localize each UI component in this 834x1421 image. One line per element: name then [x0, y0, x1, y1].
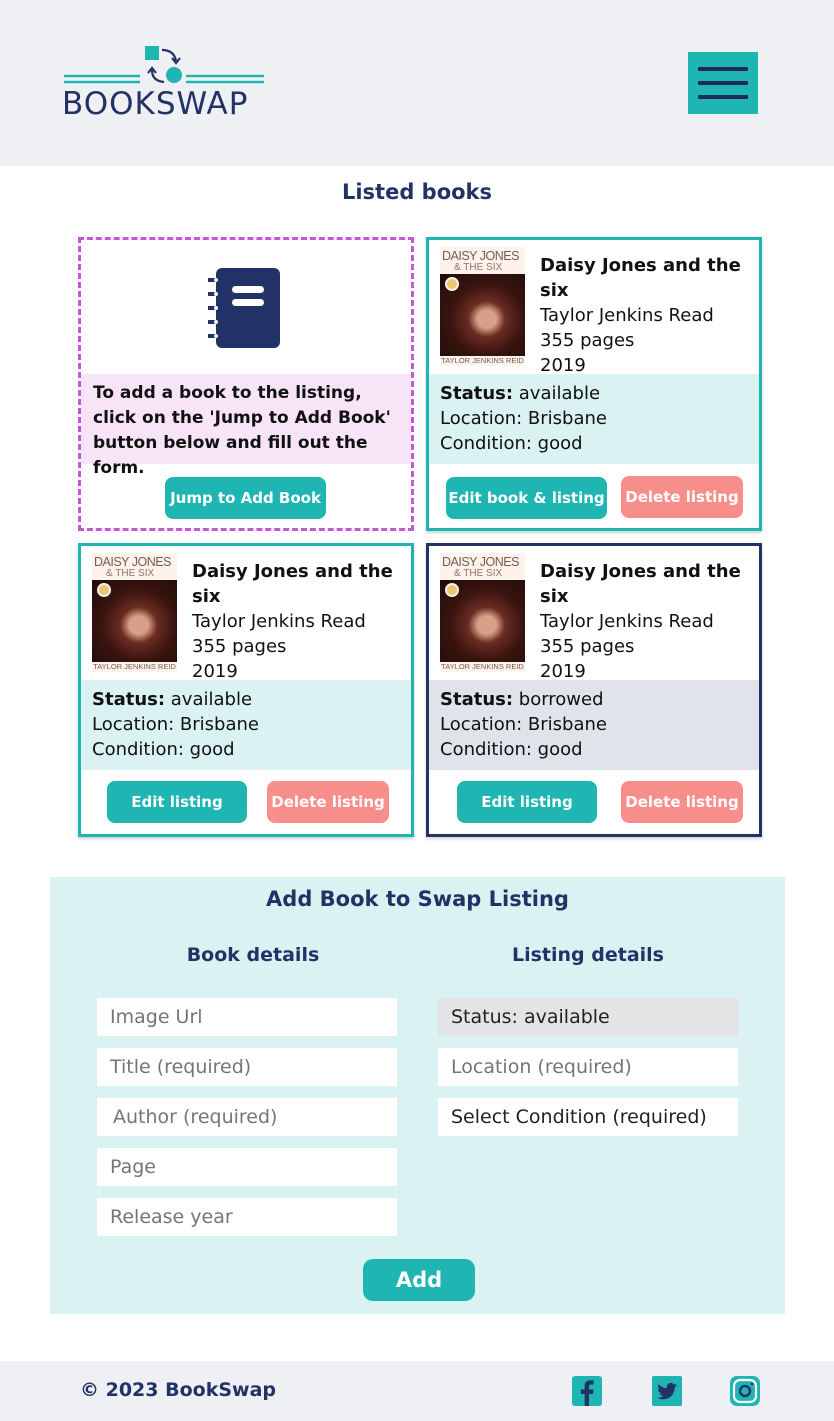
- book-author: Taylor Jenkins Read: [540, 305, 714, 326]
- status-label: Status:: [440, 689, 514, 710]
- location-text: Location: Brisbane: [440, 714, 607, 735]
- listing-details-heading: Listing details: [512, 944, 664, 966]
- edit-book-listing-button[interactable]: Edit book & listing: [446, 477, 607, 519]
- instagram-icon[interactable]: [730, 1376, 760, 1406]
- menu-bar-icon: [698, 81, 748, 85]
- book-cover-image: DAISY JONES & THE SIX TAYLOR JENKINS REI…: [440, 553, 525, 672]
- bookswap-logo[interactable]: BOOKSWAP: [62, 46, 266, 122]
- edit-listing-button[interactable]: Edit listing: [107, 781, 247, 823]
- logo-text: BOOKSWAP: [62, 86, 249, 122]
- book-title: Daisy Jones and the six: [540, 561, 741, 607]
- condition-text: Condition: good: [440, 433, 583, 454]
- twitter-icon[interactable]: [652, 1376, 682, 1406]
- book-pages: 355 pages: [192, 636, 287, 657]
- book-details-heading: Book details: [186, 944, 320, 966]
- status-value: borrowed: [513, 689, 604, 710]
- delete-listing-button[interactable]: Delete listing: [621, 476, 743, 518]
- listed-books-heading: Listed books: [341, 180, 493, 204]
- menu-bar-icon: [698, 95, 748, 99]
- add-book-instruction: To add a book to the listing, click on t…: [81, 374, 411, 478]
- add-book-button[interactable]: Add: [363, 1259, 475, 1301]
- listing-status: Status: borrowed Location: Brisbane Cond…: [429, 680, 759, 770]
- book-cover-image: DAISY JONES & THE SIX TAYLOR JENKINS REI…: [440, 247, 525, 366]
- title-input[interactable]: [97, 1048, 397, 1086]
- page-input[interactable]: [97, 1148, 397, 1186]
- site-footer: © 2023 BookSwap: [0, 1361, 834, 1421]
- delete-listing-button[interactable]: Delete listing: [621, 781, 743, 823]
- swap-arrows-icon: [64, 46, 264, 84]
- site-header: BOOKSWAP: [0, 0, 834, 166]
- book-card: DAISY JONES & THE SIX TAYLOR JENKINS REI…: [78, 543, 414, 837]
- book-info: DAISY JONES & THE SIX TAYLOR JENKINS REI…: [429, 240, 759, 376]
- form-title: Add Book to Swap Listing: [266, 887, 569, 911]
- release-year-input[interactable]: [97, 1198, 397, 1236]
- book-author: Taylor Jenkins Read: [192, 611, 366, 632]
- status-field: Status: available: [438, 998, 738, 1036]
- book-card: DAISY JONES & THE SIX TAYLOR JENKINS REI…: [426, 237, 762, 531]
- location-input[interactable]: [438, 1048, 738, 1086]
- book-pages: 355 pages: [540, 636, 635, 657]
- book-card: DAISY JONES & THE SIX TAYLOR JENKINS REI…: [426, 543, 762, 837]
- book-title: Daisy Jones and the six: [192, 561, 393, 607]
- book-info: DAISY JONES & THE SIX TAYLOR JENKINS REI…: [81, 546, 411, 682]
- status-label: Status:: [440, 383, 514, 404]
- facebook-icon[interactable]: [572, 1376, 602, 1406]
- book-author: Taylor Jenkins Read: [540, 611, 714, 632]
- status-value: available: [165, 689, 253, 710]
- book-info: DAISY JONES & THE SIX TAYLOR JENKINS REI…: [429, 546, 759, 682]
- book-pages: 355 pages: [540, 330, 635, 351]
- jump-to-add-book-button[interactable]: Jump to Add Book: [165, 477, 326, 519]
- menu-bar-icon: [698, 67, 748, 71]
- hamburger-menu-button[interactable]: [688, 52, 758, 114]
- listing-status: Status: available Location: Brisbane Con…: [81, 680, 411, 770]
- copyright-text: © 2023 BookSwap: [80, 1379, 276, 1401]
- condition-text: Condition: good: [440, 739, 583, 760]
- add-book-card: To add a book to the listing, click on t…: [78, 237, 414, 531]
- location-text: Location: Brisbane: [92, 714, 259, 735]
- location-text: Location: Brisbane: [440, 408, 607, 429]
- delete-listing-button[interactable]: Delete listing: [267, 781, 389, 823]
- add-book-form: Add Book to Swap Listing Book details Li…: [50, 877, 785, 1314]
- status-label: Status:: [92, 689, 166, 710]
- edit-listing-button[interactable]: Edit listing: [457, 781, 597, 823]
- listing-status: Status: available Location: Brisbane Con…: [429, 374, 759, 464]
- condition-text: Condition: good: [92, 739, 235, 760]
- book-cover-image: DAISY JONES & THE SIX TAYLOR JENKINS REI…: [92, 553, 177, 672]
- author-input[interactable]: [97, 1098, 397, 1136]
- book-title: Daisy Jones and the six: [540, 255, 741, 301]
- status-value: available: [513, 383, 601, 404]
- notebook-icon: [208, 268, 280, 348]
- image-url-input[interactable]: [97, 998, 397, 1036]
- condition-select[interactable]: Select Condition (required): [438, 1098, 738, 1136]
